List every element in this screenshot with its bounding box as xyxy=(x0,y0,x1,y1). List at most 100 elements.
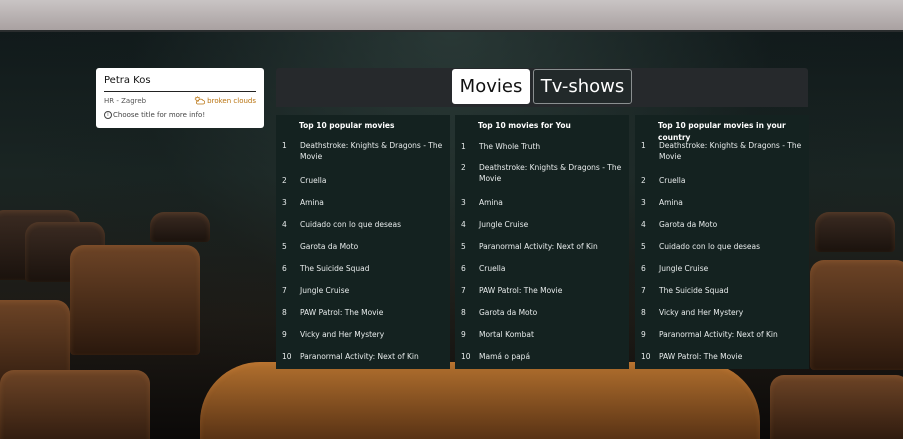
rank: 7 xyxy=(641,285,646,295)
movie-title[interactable]: Paranormal Activity: Next of Kin xyxy=(479,241,629,252)
list-item[interactable]: 7 The Suicide Squad xyxy=(635,279,809,301)
seat-image xyxy=(200,362,760,439)
rank: 9 xyxy=(641,329,646,339)
tab-bar: Movies Tv-shows xyxy=(276,68,808,107)
rank: 2 xyxy=(641,175,646,185)
column-title: Top 10 popular movies xyxy=(299,121,395,130)
list-item[interactable]: 3 Amina xyxy=(635,191,809,213)
rank: 4 xyxy=(461,219,466,229)
movie-title[interactable]: Cruella xyxy=(300,175,450,186)
movie-title[interactable]: Garota da Moto xyxy=(479,307,629,318)
tab-tv-shows[interactable]: Tv-shows xyxy=(533,69,632,104)
seat-image xyxy=(810,260,903,370)
list-item[interactable]: 2 Deathstroke: Knights & Dragons - The Mo… xyxy=(455,157,629,191)
movie-title[interactable]: The Suicide Squad xyxy=(300,263,450,274)
movie-title[interactable]: Mortal Kombat xyxy=(479,329,629,340)
movie-title[interactable]: Deathstroke: Knights & Dragons - The Mov… xyxy=(659,140,809,162)
list-item[interactable]: 1 The Whole Truth xyxy=(455,135,629,157)
rank: 10 xyxy=(641,351,651,361)
tab-movies[interactable]: Movies xyxy=(452,69,530,104)
seat-image xyxy=(150,212,210,242)
movie-title[interactable]: Paranormal Activity: Next of Kin xyxy=(300,351,450,362)
rank: 5 xyxy=(641,241,646,251)
list-item[interactable]: 3 Amina xyxy=(276,191,450,213)
rank: 3 xyxy=(461,197,466,207)
hint-text: Choose title for more info! xyxy=(113,111,206,119)
movie-title[interactable]: Cruella xyxy=(479,263,629,274)
hint-row: i Choose title for more info! xyxy=(104,111,256,119)
movie-title[interactable]: Deathstroke: Knights & Dragons - The Mov… xyxy=(300,140,450,162)
seat-image xyxy=(770,375,903,439)
rank: 5 xyxy=(282,241,287,251)
user-location: HR - Zagreb xyxy=(104,96,147,105)
seat-image xyxy=(70,245,200,355)
rank: 8 xyxy=(282,307,287,317)
cinema-screen xyxy=(0,0,903,32)
rank: 4 xyxy=(641,219,646,229)
user-location-row: HR - Zagreb broken clouds xyxy=(104,96,256,105)
list-item[interactable]: 4 Jungle Cruise xyxy=(455,213,629,235)
movie-title[interactable]: PAW Patrol: The Movie xyxy=(300,307,450,318)
list-item[interactable]: 6 The Suicide Squad xyxy=(276,257,450,279)
list-item[interactable]: 8 PAW Patrol: The Movie xyxy=(276,301,450,323)
list-item[interactable]: 9 Vicky and Her Mystery xyxy=(276,323,450,345)
list-item[interactable]: 10 Paranormal Activity: Next of Kin xyxy=(276,345,450,367)
movie-title[interactable]: Paranormal Activity: Next of Kin xyxy=(659,329,809,340)
list-item[interactable]: 5 Paranormal Activity: Next of Kin xyxy=(455,235,629,257)
movie-title[interactable]: Mamá o papá xyxy=(479,351,629,362)
user-name: Petra Kos xyxy=(104,74,256,92)
movie-title[interactable]: Garota da Moto xyxy=(300,241,450,252)
list-item[interactable]: 5 Garota da Moto xyxy=(276,235,450,257)
seat-image xyxy=(815,212,895,252)
movie-title[interactable]: Cruella xyxy=(659,175,809,186)
list-item[interactable]: 3 Amina xyxy=(455,191,629,213)
list-item[interactable]: 6 Cruella xyxy=(455,257,629,279)
list-item[interactable]: 7 PAW Patrol: The Movie xyxy=(455,279,629,301)
list-item[interactable]: 6 Jungle Cruise xyxy=(635,257,809,279)
list-item[interactable]: 10 Mamá o papá xyxy=(455,345,629,367)
movie-title[interactable]: The Whole Truth xyxy=(479,141,629,152)
movie-title[interactable]: Cuidado con lo que deseas xyxy=(300,219,450,230)
list-item[interactable]: 4 Cuidado con lo que deseas xyxy=(276,213,450,235)
movie-title[interactable]: Vicky and Her Mystery xyxy=(659,307,809,318)
movie-title[interactable]: Cuidado con lo que deseas xyxy=(659,241,809,252)
weather-text: broken clouds xyxy=(207,96,256,105)
seat-image xyxy=(0,370,150,439)
rank: 7 xyxy=(282,285,287,295)
movie-title[interactable]: Garota da Moto xyxy=(659,219,809,230)
movie-title[interactable]: PAW Patrol: The Movie xyxy=(659,351,809,362)
list-item[interactable]: 4 Garota da Moto xyxy=(635,213,809,235)
list-item[interactable]: 1 Deathstroke: Knights & Dragons - The Mo… xyxy=(635,135,809,169)
list-item[interactable]: 10 PAW Patrol: The Movie xyxy=(635,345,809,367)
weather-status: broken clouds xyxy=(194,96,256,105)
movie-title[interactable]: PAW Patrol: The Movie xyxy=(479,285,629,296)
movie-title[interactable]: Jungle Cruise xyxy=(479,219,629,230)
rank: 10 xyxy=(461,351,471,361)
list-item[interactable]: 7 Jungle Cruise xyxy=(276,279,450,301)
rank: 8 xyxy=(641,307,646,317)
movie-title[interactable]: Amina xyxy=(659,197,809,208)
list-item[interactable]: 5 Cuidado con lo que deseas xyxy=(635,235,809,257)
column-country: Top 10 popular movies in your country 1 D… xyxy=(635,115,809,369)
movie-title[interactable]: Jungle Cruise xyxy=(659,263,809,274)
list-item[interactable]: 1 Deathstroke: Knights & Dragons - The Mo… xyxy=(276,135,450,169)
list-item[interactable]: 2 Cruella xyxy=(635,169,809,191)
movie-title[interactable]: Deathstroke: Knights & Dragons - The Mov… xyxy=(479,162,629,184)
movie-columns: Top 10 popular movies 1 Deathstroke: Knig… xyxy=(276,115,809,369)
movie-title[interactable]: Amina xyxy=(300,197,450,208)
rank: 2 xyxy=(282,175,287,185)
column-title: Top 10 movies for You xyxy=(478,121,571,130)
movie-title[interactable]: Amina xyxy=(479,197,629,208)
list-item[interactable]: 8 Garota da Moto xyxy=(455,301,629,323)
list-item[interactable]: 9 Mortal Kombat xyxy=(455,323,629,345)
list-item[interactable]: 2 Cruella xyxy=(276,169,450,191)
movie-title[interactable]: Jungle Cruise xyxy=(300,285,450,296)
list-item[interactable]: 9 Paranormal Activity: Next of Kin xyxy=(635,323,809,345)
list-item[interactable]: 8 Vicky and Her Mystery xyxy=(635,301,809,323)
rank: 1 xyxy=(282,141,287,150)
rank: 9 xyxy=(282,329,287,339)
movie-title[interactable]: The Suicide Squad xyxy=(659,285,809,296)
rank: 8 xyxy=(461,307,466,317)
movie-title[interactable]: Vicky and Her Mystery xyxy=(300,329,450,340)
rank: 10 xyxy=(282,351,292,361)
